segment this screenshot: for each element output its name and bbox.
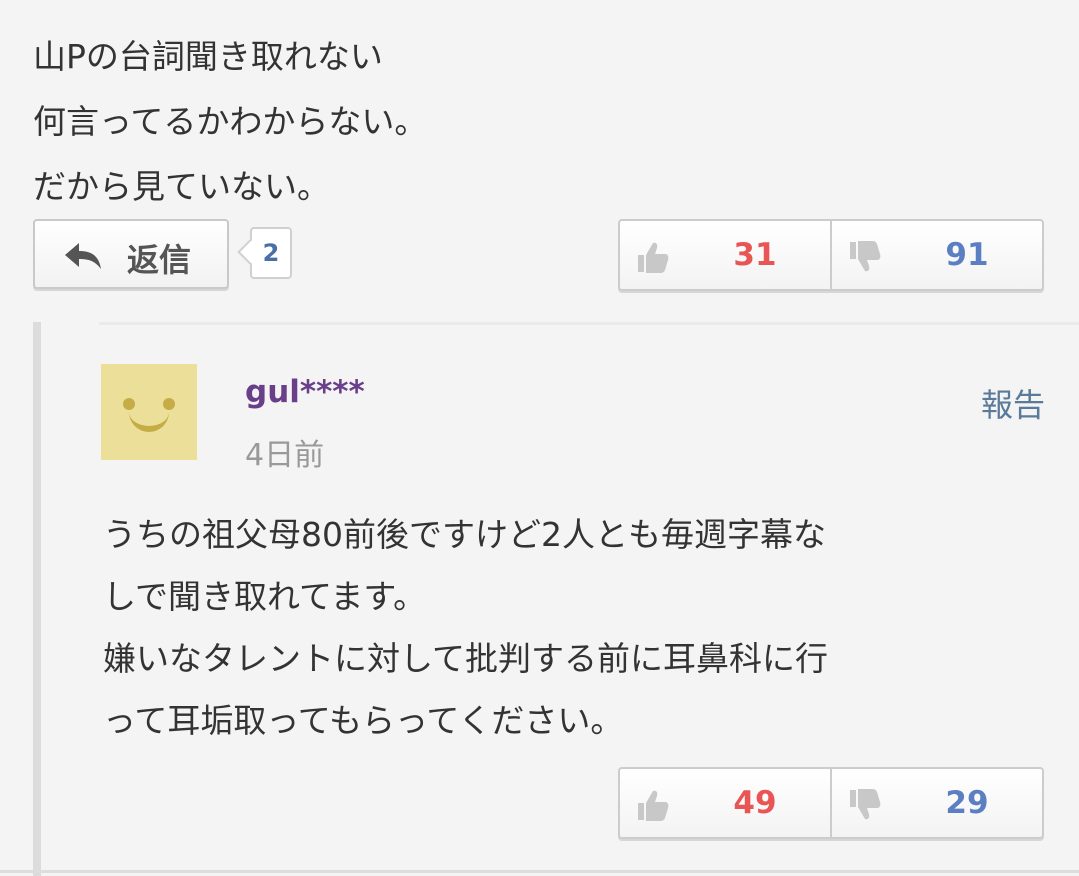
bad-count: 91: [945, 237, 989, 273]
reply-button[interactable]: 返信: [33, 219, 229, 289]
good-vote-button[interactable]: 31: [620, 221, 830, 289]
reply-line: うちの祖父母80前後ですけど2人とも毎週字幕な: [103, 515, 826, 554]
divider: [0, 870, 1079, 873]
reply-item: gul**** 4日前 報告 うちの祖父母80前後ですけど2人とも毎週字幕な し…: [33, 322, 1079, 876]
comment-line: だから見ていない。: [33, 167, 330, 206]
reply-indent-rule: [33, 322, 41, 876]
reply-line: しで聞き取れてます。: [103, 577, 427, 616]
avatar[interactable]: [101, 364, 197, 460]
comment-text: 山Pの台詞聞き取れない 何言ってるかわからない。 だから見ていない。: [33, 24, 1043, 219]
reply-line: 嫌いなタレントに対して批判する前に耳鼻科に行: [103, 639, 829, 678]
reply-text: うちの祖父母80前後ですけど2人とも毎週字幕な しで聞き取れてます。 嫌いなタレ…: [103, 504, 1043, 752]
good-vote-button[interactable]: 49: [620, 769, 830, 837]
thumbs-up-icon: [634, 239, 670, 275]
reply-button-label: 返信: [127, 241, 192, 279]
reply-vote-group: 49 29: [618, 767, 1044, 839]
bad-count: 29: [945, 785, 989, 821]
reply-count-badge[interactable]: 2: [250, 227, 292, 279]
bad-vote-button[interactable]: 29: [830, 769, 1042, 837]
avatar-mouth: [129, 406, 169, 432]
user-name[interactable]: gul****: [245, 374, 365, 410]
post-time: 4日前: [245, 438, 325, 473]
good-count: 49: [733, 785, 777, 821]
thumbs-down-icon: [846, 787, 882, 823]
bad-vote-button[interactable]: 91: [830, 221, 1042, 289]
reply-line: って耳垢取ってもらってください。: [103, 701, 624, 740]
good-count: 31: [733, 237, 777, 273]
thumbs-down-icon: [846, 239, 882, 275]
report-link[interactable]: 報告: [981, 380, 1045, 426]
divider: [99, 322, 1079, 325]
thumbs-up-icon: [634, 787, 670, 823]
vote-group: 31 91: [618, 219, 1044, 291]
comment-thread: 山Pの台詞聞き取れない 何言ってるかわからない。 だから見ていない。 返信 2 …: [0, 0, 1079, 876]
comment-line: 何言ってるかわからない。: [33, 102, 428, 141]
comment-line: 山Pの台詞聞き取れない: [33, 37, 383, 76]
reply-arrow-icon: [63, 241, 105, 271]
